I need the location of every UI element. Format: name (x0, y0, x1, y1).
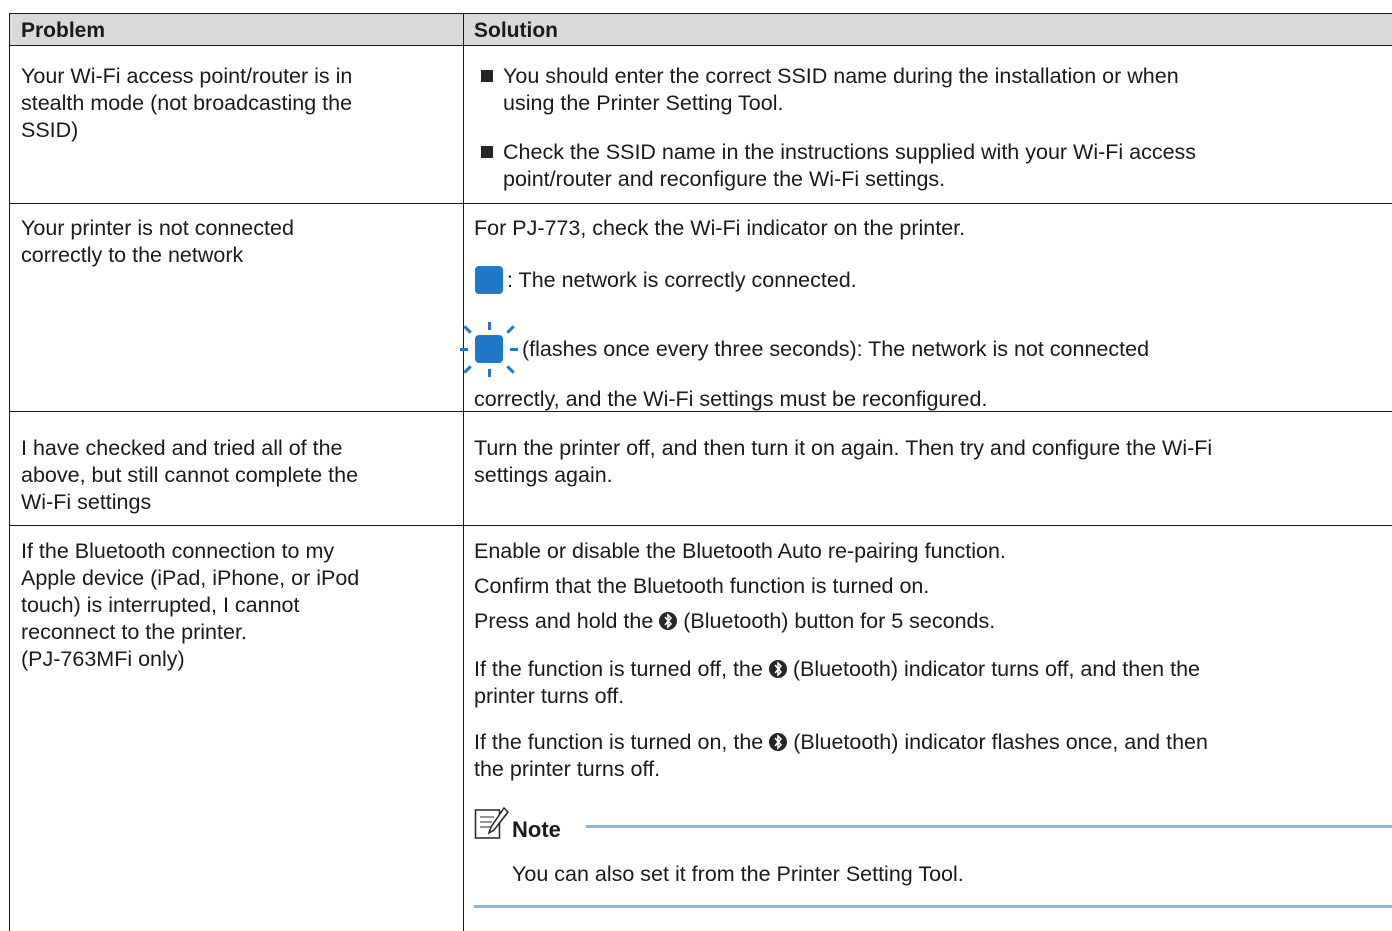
bluetooth-icon (768, 660, 787, 678)
problem-line: Apple device (iPad, iPhone, or iPod (21, 566, 360, 590)
solution-line: the printer turns off. (474, 757, 661, 781)
bullet-marker (481, 70, 493, 82)
solution-line: If the function is turned on, the (Bluet… (474, 729, 1208, 756)
troubleshooting-table: Problem Solution Your Wi-Fi access point… (9, 13, 1392, 931)
bullet-marker (481, 146, 493, 158)
problem-line: I have checked and tried all of the (21, 436, 343, 460)
bullet-line: You should enter the correct SSID name d… (503, 64, 1179, 88)
led-ray (506, 325, 515, 334)
row-divider (9, 203, 1392, 204)
solution-line: If the function is turned off, the (Blue… (474, 656, 1200, 683)
led-ray (488, 369, 491, 377)
solution-text: If the function is turned on, the (474, 730, 764, 754)
solution-line: Turn the printer off, and then turn it o… (474, 436, 1213, 460)
note-title: Note (512, 817, 561, 842)
note-icon (474, 806, 509, 839)
bluetooth-icon (769, 733, 788, 751)
problem-cell: If the Bluetooth connection to my Apple … (21, 538, 359, 673)
bullet-line: point/router and reconfigure the Wi-Fi s… (503, 167, 946, 191)
led-ray (506, 365, 515, 374)
wifi-led-on-icon (475, 266, 503, 294)
note-top-rule (586, 825, 1392, 828)
solution-cell: Turn the printer off, and then turn it o… (474, 435, 1212, 489)
solution-text: (Bluetooth) button for 5 seconds. (683, 609, 996, 633)
row-divider (9, 525, 1392, 526)
table-border-left (9, 13, 10, 931)
problem-line: above, but still cannot complete the (21, 463, 359, 487)
led-ray (463, 325, 472, 334)
problem-line: Wi-Fi settings (21, 490, 152, 514)
solution-para: If the function is turned on, the (Bluet… (474, 729, 1208, 783)
led-ray (463, 365, 472, 374)
solution-line: printer turns off. (474, 684, 625, 708)
problem-line: (PJ-763MFi only) (21, 647, 185, 671)
note-text: You can also set it from the Printer Set… (512, 862, 964, 886)
header-problem: Problem (21, 19, 106, 42)
table-header-background (9, 13, 1392, 45)
bullet-line: using the Printer Setting Tool. (503, 91, 784, 115)
problem-line: Your printer is not connected (21, 216, 294, 240)
solution-line: settings again. (474, 463, 613, 487)
problem-line: Your Wi-Fi access point/router is in (21, 64, 353, 88)
table-border-top (9, 13, 1392, 14)
bullet-line: Check the SSID name in the instructions … (503, 140, 1197, 164)
header-solution: Solution (474, 19, 558, 42)
bluetooth-icon (659, 612, 678, 630)
solution-text: If the function is turned off, the (474, 657, 763, 681)
led-ray (488, 322, 491, 330)
problem-line: stealth mode (not broadcasting the (21, 91, 353, 115)
problem-cell: Your Wi-Fi access point/router is in ste… (21, 63, 352, 144)
solution-line: Enable or disable the Bluetooth Auto re-… (474, 539, 1006, 563)
problem-line: reconnect to the printer. (21, 620, 247, 644)
problem-line: touch) is interrupted, I cannot (21, 593, 300, 617)
column-divider (463, 13, 464, 931)
solution-text: (Bluetooth) indicator flashes once, and … (793, 730, 1208, 754)
bullet-item: Check the SSID name in the instructions … (503, 139, 1196, 193)
bullet-item: You should enter the correct SSID name d… (503, 63, 1179, 117)
led-flash-text: (flashes once every three seconds): The … (522, 337, 1150, 361)
problem-line: SSID) (21, 118, 79, 142)
problem-cell: I have checked and tried all of the abov… (21, 435, 358, 516)
problem-line: correctly to the network (21, 243, 244, 267)
led-on-text: : The network is correctly connected. (507, 268, 857, 292)
solution-line: Press and hold the (Bluetooth) button fo… (474, 608, 995, 635)
solution-text: Press and hold the (474, 609, 654, 633)
wifi-led-body (475, 335, 503, 363)
solution-intro: For PJ-773, check the Wi-Fi indicator on… (474, 216, 966, 240)
note-bottom-rule (474, 905, 1392, 908)
led-ray (510, 348, 518, 351)
solution-line: Confirm that the Bluetooth function is t… (474, 574, 930, 598)
header-divider (9, 45, 1392, 46)
problem-line: If the Bluetooth connection to my (21, 539, 335, 563)
solution-text: (Bluetooth) indicator turns off, and the… (792, 657, 1200, 681)
led-ray (460, 348, 468, 351)
solution-para: If the function is turned off, the (Blue… (474, 656, 1200, 710)
led-flash-text-cont: correctly, and the Wi-Fi settings must b… (474, 387, 988, 411)
problem-cell: Your printer is not connected correctly … (21, 215, 294, 269)
